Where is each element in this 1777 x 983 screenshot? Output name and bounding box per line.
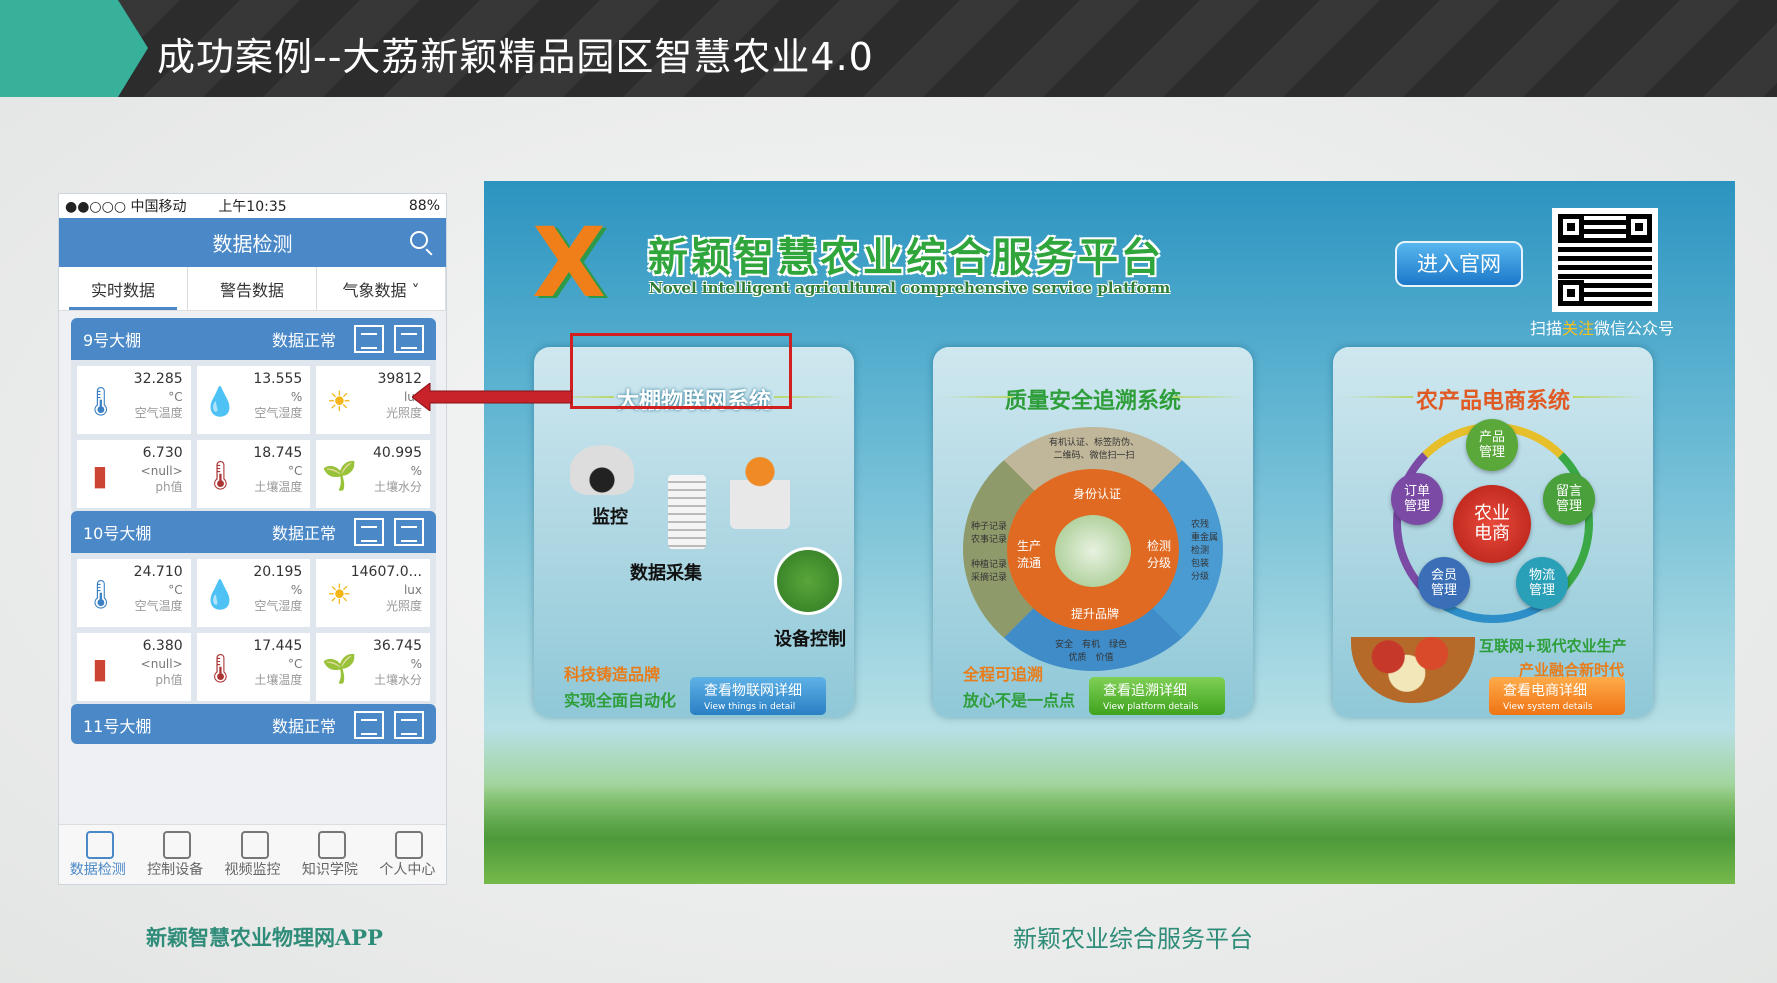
- status-badge: 数据正常: [271, 524, 336, 543]
- sensor-cell[interactable]: 💧 20.195% 空气湿度: [196, 559, 311, 627]
- nav-profile[interactable]: 个人中心: [369, 825, 446, 884]
- greenhouse-card[interactable]: 9号大棚 数据正常 🌡 32.285 °C 空气温度 💧 13.555% 空气湿度 ☀ 398…: [71, 318, 436, 514]
- member-node: 会员 管理: [1418, 557, 1470, 609]
- sensor-cell[interactable]: 🌱 40.995% 土壤水分: [316, 440, 430, 508]
- nav-knowledge[interactable]: 知识学院: [291, 825, 368, 884]
- tab-weather[interactable]: 气象数据 ˅: [317, 267, 446, 310]
- device-control-label: 设备控制: [774, 629, 846, 650]
- slogan-line2: 放心不是一点点: [963, 691, 1076, 710]
- sensor-cell[interactable]: ☀ 14607.0... lux 光照度: [316, 559, 430, 627]
- trace-ring-chart: 身份认证 生产 流通 检测 分级 提升品牌 有机认证、标签防伪、 二维码、微信扫…: [963, 427, 1223, 671]
- greenhouse-name: 11号大棚: [83, 717, 152, 736]
- data-tabs: 实时数据 警告数据 气象数据 ˅: [59, 267, 446, 311]
- sensor-cell[interactable]: 🌡 32.285 °C 空气温度: [77, 366, 191, 434]
- data-collect-label: 数据采集: [630, 563, 702, 584]
- sun-icon: ☀: [326, 578, 352, 611]
- phone-screenshot: ●●○○○ 中国移动 上午10:35 88% 数据检测 实时数据 警告数据 气象…: [58, 193, 447, 885]
- sensor-cell[interactable]: 🌱 36.745% 土壤水分: [316, 633, 430, 701]
- tab-realtime[interactable]: 实时数据: [59, 267, 188, 310]
- ecommerce-detail-button[interactable]: 查看电商详细 View system details: [1489, 677, 1625, 715]
- app-header: 数据检测: [59, 218, 446, 267]
- logo-x-icon: X: [532, 207, 607, 319]
- greenhouse-name: 9号大棚: [83, 331, 142, 350]
- thermometer-icon: 🌡: [83, 385, 119, 418]
- slogan-line1: 全程可追溯: [963, 665, 1044, 684]
- ecommerce-panel: 农产品电商系统 农业 电商 产品 管理 留言 管理 物流 管理 会员 管理 订单…: [1333, 347, 1653, 717]
- greenhouse-card[interactable]: 10号大棚 数据正常 🌡 24.710 °C 空气温度 💧 20.195% 空气湿度 ☀ 14…: [71, 511, 436, 707]
- trace-detail-button[interactable]: 查看追溯详细 View platform details: [1089, 677, 1225, 715]
- slogan-line1: 互联网+现代农业生产: [1479, 637, 1627, 655]
- search-icon[interactable]: [410, 231, 428, 249]
- sensor-station-icon: [668, 475, 706, 549]
- plant-icon: 🌱: [322, 652, 358, 685]
- tab-warning[interactable]: 警告数据: [188, 267, 317, 310]
- message-node: 留言 管理: [1543, 473, 1595, 525]
- chart-icon[interactable]: [394, 518, 424, 546]
- status-badge: 数据正常: [271, 331, 336, 350]
- sensor-cell[interactable]: ▮ 6.730 <null> ph值: [77, 440, 191, 508]
- page-title: 成功案例--大荔新颖精品园区智慧农业4.0: [157, 35, 874, 79]
- list-icon[interactable]: [354, 711, 384, 739]
- chart-icon[interactable]: [394, 325, 424, 353]
- platform-subtitle: Novel intelligent agricultural comprehen…: [649, 279, 1171, 297]
- order-node: 订单 管理: [1391, 473, 1443, 525]
- ph-scale-icon: ▮: [92, 459, 108, 492]
- control-robot-icon: [730, 447, 790, 529]
- status-bar: ●●○○○ 中国移动 上午10:35 88%: [59, 194, 446, 218]
- app-title: 数据检测: [212, 232, 293, 256]
- nav-device-control[interactable]: 控制设备: [136, 825, 213, 884]
- fruit-bowl-icon: [1351, 637, 1475, 703]
- sensor-cell[interactable]: 🌡 17.445 °C 土壤温度: [196, 633, 311, 701]
- highlight-box: [570, 333, 792, 409]
- ph-scale-icon: ▮: [92, 652, 108, 685]
- qr-code: [1552, 208, 1658, 312]
- droplet-icon: 💧: [202, 578, 238, 611]
- iot-detail-button[interactable]: 查看物联网详细 View things in detail: [690, 677, 826, 715]
- app-caption: 新颖智慧农业物理网APP: [146, 925, 383, 950]
- sensor-cell[interactable]: ▮ 6.380 <null> ph值: [77, 633, 191, 701]
- sensor-cell[interactable]: 🌡 18.745 °C 土壤温度: [196, 440, 311, 508]
- slogan-line1: 科技铸造品牌: [564, 665, 661, 684]
- traceability-panel: 质量安全追溯系统 身份认证 生产 流通 检测 分级 提升品牌 有机认证、标签防伪…: [933, 347, 1253, 717]
- greenhouse-card[interactable]: 11号大棚 数据正常: [71, 704, 436, 744]
- panel-title: 质量安全追溯系统: [933, 383, 1253, 415]
- monitor-label: 监控: [592, 507, 628, 528]
- red-arrow-icon: [412, 383, 572, 411]
- sensor-cell[interactable]: 💧 13.555% 空气湿度: [196, 366, 311, 434]
- greenhouse-name: 10号大棚: [83, 524, 152, 543]
- nav-video-monitor[interactable]: 视频监控: [214, 825, 291, 884]
- list-icon[interactable]: [354, 518, 384, 546]
- nav-data-monitor[interactable]: 数据检测: [59, 825, 136, 884]
- sensor-cell[interactable]: 🌡 24.710 °C 空气温度: [77, 559, 191, 627]
- clock: 上午10:35: [218, 199, 287, 215]
- title-accent: [0, 0, 148, 97]
- thermometer-icon: 🌡: [83, 578, 119, 611]
- sprinkler-icon: [774, 547, 842, 615]
- platform-caption: 新颖农业综合服务平台: [1013, 925, 1253, 953]
- chart-icon[interactable]: [394, 711, 424, 739]
- qr-caption: 扫描关注微信公众号: [1530, 319, 1675, 338]
- list-icon[interactable]: [354, 325, 384, 353]
- logistics-node: 物流 管理: [1516, 557, 1568, 609]
- enter-site-button[interactable]: 进入官网: [1395, 241, 1523, 287]
- panel-title: 农产品电商系统: [1333, 383, 1653, 415]
- sun-icon: ☀: [326, 385, 352, 418]
- soil-thermometer-icon: 🌡: [202, 652, 239, 685]
- bottom-nav: 数据检测 控制设备 视频监控 知识学院 个人中心: [59, 824, 446, 884]
- plant-icon: 🌱: [322, 459, 358, 492]
- soil-thermometer-icon: 🌡: [202, 459, 239, 492]
- ecommerce-center-node: 农业 电商: [1453, 485, 1531, 563]
- platform-title: 新颖智慧农业综合服务平台: [648, 234, 1164, 281]
- vegetable-bowl-icon: [1055, 515, 1131, 587]
- tree-line: [484, 784, 1735, 884]
- platform-screenshot: X 新颖智慧农业综合服务平台 Novel intelligent agricul…: [484, 181, 1735, 884]
- camera-icon: [570, 445, 634, 495]
- slogan-line2: 实现全面自动化: [564, 691, 677, 710]
- status-badge: 数据正常: [271, 717, 336, 736]
- product-node: 产品 管理: [1466, 419, 1518, 471]
- droplet-icon: 💧: [202, 385, 238, 418]
